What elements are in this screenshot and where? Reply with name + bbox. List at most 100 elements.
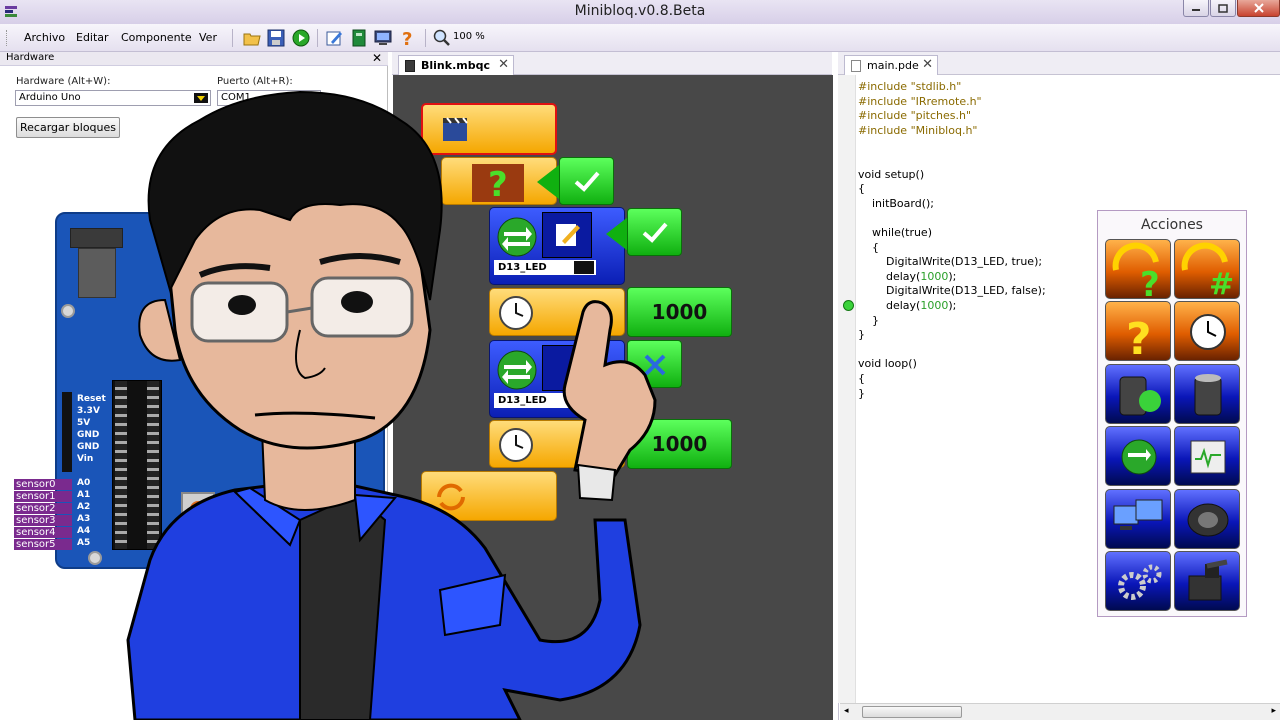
menu-ver[interactable]: Ver <box>199 31 217 44</box>
acciones-item[interactable]: ? <box>1105 301 1171 365</box>
delay-block-1[interactable] <box>489 288 625 336</box>
clapperboard-icon <box>443 117 468 141</box>
code-line[interactable]: delay(1000); <box>858 270 956 283</box>
code-line[interactable]: } <box>858 314 879 327</box>
usb-connector-body <box>78 248 116 298</box>
code-editor-tabbar: main.pde ✕ <box>838 52 1280 75</box>
delay-value-1[interactable]: 1000 <box>627 287 732 337</box>
code-line[interactable]: #include "stdlib.h" <box>858 80 961 93</box>
code-line[interactable]: #include "IRremote.h" <box>858 95 982 108</box>
code-line[interactable]: void setup() <box>858 168 924 181</box>
acciones-item[interactable] <box>1105 426 1171 487</box>
menu-componente[interactable]: Componente <box>121 31 192 44</box>
dropdown-arrow-icon[interactable] <box>304 93 318 103</box>
minimize-icon <box>1192 9 1200 11</box>
digital-write-block-2[interactable]: D13_LED <box>489 340 625 418</box>
horizontal-scrollbar[interactable]: ◂ ▸ <box>840 703 1280 720</box>
toolbar-separator <box>425 29 426 47</box>
save-icon[interactable] <box>266 28 286 48</box>
sensor-tag[interactable]: sensor0 <box>14 479 72 490</box>
analog-pin-label: A5 <box>77 538 91 548</box>
acciones-item[interactable] <box>1174 301 1240 362</box>
run-icon[interactable] <box>291 28 311 48</box>
scroll-right-icon[interactable]: ▸ <box>1271 706 1276 716</box>
loop-end-block[interactable] <box>421 471 557 521</box>
chip-pins <box>147 381 159 549</box>
digital-write-icon <box>497 217 537 257</box>
zoom-icon[interactable] <box>432 28 452 48</box>
code-line[interactable]: { <box>858 241 879 254</box>
close-panel-icon[interactable]: ✕ <box>372 51 382 65</box>
delay-value-2[interactable]: 1000 <box>627 419 732 469</box>
block-editor-tabbar: Blink.mbqc ✕ <box>392 52 832 75</box>
acciones-item[interactable] <box>1174 551 1240 611</box>
hardware-select[interactable]: Arduino Uno <box>15 90 211 106</box>
acciones-item[interactable] <box>1174 488 1240 549</box>
pin-label: 3.3V <box>77 406 100 416</box>
port-select[interactable]: COM1 <box>217 90 321 106</box>
code-line[interactable]: DigitalWrite(D13_LED, true); <box>858 255 1042 268</box>
pin-select-2[interactable]: D13_LED <box>494 393 596 408</box>
tab-main-pde[interactable]: main.pde ✕ <box>844 55 938 75</box>
dropdown-arrow-icon[interactable] <box>194 93 208 103</box>
true-value-block[interactable] <box>559 157 614 205</box>
start-block[interactable] <box>421 103 557 155</box>
code-line[interactable]: } <box>858 328 865 341</box>
true-value-block[interactable] <box>627 208 682 256</box>
edit-icon[interactable] <box>324 28 344 48</box>
breakpoint-marker-icon[interactable] <box>843 300 854 311</box>
servo-icon <box>1188 559 1228 601</box>
close-icon <box>1253 3 1264 13</box>
acciones-item[interactable]: ? <box>1105 239 1171 305</box>
menu-toolbar: Archivo Editar Componente Ver ? 100 % <box>0 24 1280 52</box>
maximize-button[interactable] <box>1210 0 1236 17</box>
zoom-level[interactable]: 100 % <box>453 31 485 42</box>
open-folder-icon[interactable] <box>242 28 262 48</box>
minimize-button[interactable] <box>1183 0 1209 17</box>
false-value-block[interactable] <box>627 340 682 388</box>
board-icon[interactable] <box>349 28 369 48</box>
acciones-item[interactable]: # <box>1174 239 1240 302</box>
note-pencil-icon <box>556 224 580 246</box>
code-line[interactable]: { <box>858 372 865 385</box>
pin-select-1[interactable]: D13_LED <box>494 260 596 275</box>
code-line[interactable]: DigitalWrite(D13_LED, false); <box>858 284 1046 297</box>
reload-blocks-button[interactable]: Recargar bloques <box>16 117 120 138</box>
scroll-left-icon[interactable]: ◂ <box>844 706 849 716</box>
sensor-tag[interactable]: sensor4 <box>14 527 72 538</box>
sensor-tag[interactable]: sensor1 <box>14 491 72 502</box>
acciones-item[interactable] <box>1105 488 1171 549</box>
close-window-button[interactable] <box>1237 0 1280 17</box>
code-line[interactable]: void loop() <box>858 357 917 370</box>
menu-editar[interactable]: Editar <box>76 31 109 44</box>
acciones-item[interactable] <box>1174 426 1240 487</box>
code-line[interactable]: delay(1000); <box>858 299 956 312</box>
sensor-tag[interactable]: sensor2 <box>14 503 72 514</box>
scrollbar-thumb[interactable] <box>862 706 962 718</box>
digital-write-block-1[interactable]: D13_LED <box>489 207 625 285</box>
code-line[interactable]: while(true) <box>858 226 932 239</box>
close-tab-icon[interactable]: ✕ <box>922 57 933 72</box>
acciones-item[interactable] <box>1105 363 1171 424</box>
while-question-icon: ? <box>472 164 524 202</box>
mounting-hole <box>88 551 102 565</box>
code-line[interactable]: } <box>858 387 865 400</box>
close-tab-icon[interactable]: ✕ <box>498 57 509 72</box>
acciones-item[interactable] <box>1174 363 1240 424</box>
monitor-icon[interactable] <box>373 28 393 48</box>
pin-dropdown-icon[interactable] <box>574 261 594 274</box>
acciones-item[interactable] <box>1105 551 1171 611</box>
sensor-tag[interactable]: sensor3 <box>14 515 72 526</box>
code-line[interactable]: #include "pitches.h" <box>858 109 971 122</box>
delay-block-2[interactable] <box>489 420 625 468</box>
help-icon[interactable]: ? <box>398 28 418 48</box>
code-line[interactable]: initBoard(); <box>858 197 934 210</box>
svg-text:?: ? <box>488 165 508 202</box>
menu-archivo[interactable]: Archivo <box>24 31 65 44</box>
text-file-icon <box>851 60 861 72</box>
code-line[interactable]: { <box>858 182 865 195</box>
code-line[interactable]: #include "Minibloq.h" <box>858 124 977 137</box>
digital-write-icon <box>497 350 537 390</box>
sensor-tag[interactable]: sensor5 <box>14 539 72 550</box>
tab-blink-mbqc[interactable]: Blink.mbqc ✕ <box>398 55 514 75</box>
